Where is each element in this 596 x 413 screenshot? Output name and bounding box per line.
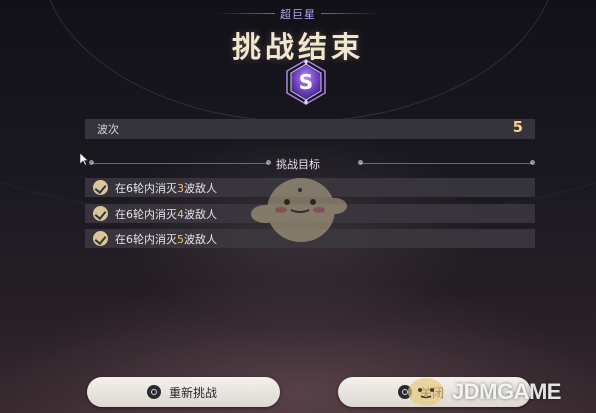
- checkmark-icon: [93, 206, 108, 221]
- rank-letter: S: [298, 70, 314, 94]
- goal-count: 5: [177, 233, 184, 246]
- retry-challenge-button[interactable]: 重新挑战: [87, 377, 280, 407]
- challenge-result-screen: 超巨星 挑战结束 S 波次 5 挑战目标 在6轮内消灭3波敌人 在6轮内消灭4波…: [0, 0, 596, 413]
- checkmark-icon: [93, 231, 108, 246]
- goal-count: 4: [177, 208, 184, 221]
- mascot-watermark-icon: [251, 178, 347, 242]
- retry-button-label: 重新挑战: [169, 386, 218, 400]
- goal-text: 在6轮内消灭5波敌人: [115, 233, 217, 246]
- site-watermark: JDMGAME: [452, 379, 561, 404]
- wave-row: 波次 5: [85, 118, 535, 139]
- rank-subtitle: 超巨星: [280, 8, 316, 21]
- checkmark-icon: [93, 180, 108, 195]
- wave-label: 波次: [97, 123, 119, 136]
- goal-text: 在6轮内消灭3波敌人: [115, 182, 217, 195]
- goal-text: 在6轮内消灭4波敌人: [115, 208, 217, 221]
- jdmgame-logo-icon: [408, 378, 444, 406]
- controller-button-icon: [147, 385, 161, 399]
- wave-value: 5: [512, 118, 523, 136]
- rank-badge: S: [282, 58, 330, 106]
- goal-count: 3: [177, 182, 184, 195]
